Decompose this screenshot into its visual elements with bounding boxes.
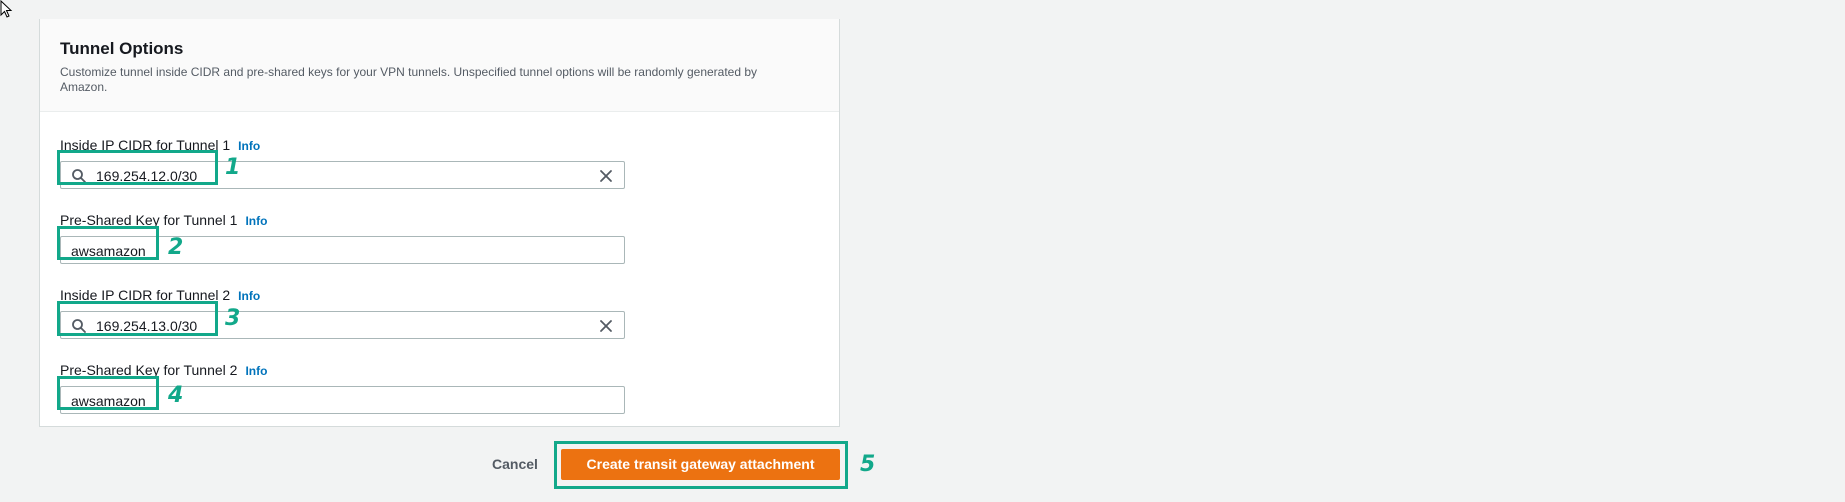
info-link[interactable]: Info xyxy=(238,139,260,153)
panel-description: Customize tunnel inside CIDR and pre-sha… xyxy=(60,65,758,94)
panel-header: Tunnel Options Customize tunnel inside C… xyxy=(40,19,839,112)
cursor-icon xyxy=(0,0,13,18)
tunnel-options-panel: Tunnel Options Customize tunnel inside C… xyxy=(39,19,840,427)
panel-title: Tunnel Options xyxy=(60,39,184,58)
clear-icon[interactable] xyxy=(598,318,614,334)
highlight-box-1 xyxy=(57,150,218,185)
highlight-box-5 xyxy=(554,441,848,489)
info-link[interactable]: Info xyxy=(238,289,260,303)
step-number-5: 5 xyxy=(860,452,876,477)
cancel-button[interactable]: Cancel xyxy=(492,454,538,474)
highlight-box-3 xyxy=(57,301,218,336)
highlight-box-4 xyxy=(57,376,159,410)
step-number-2: 2 xyxy=(168,235,184,260)
step-number-3: 3 xyxy=(225,306,241,331)
info-link[interactable]: Info xyxy=(245,364,267,378)
highlight-box-2 xyxy=(57,226,159,260)
step-number-1: 1 xyxy=(225,155,241,180)
clear-icon[interactable] xyxy=(598,168,614,184)
step-number-4: 4 xyxy=(168,383,184,408)
info-link[interactable]: Info xyxy=(245,214,267,228)
